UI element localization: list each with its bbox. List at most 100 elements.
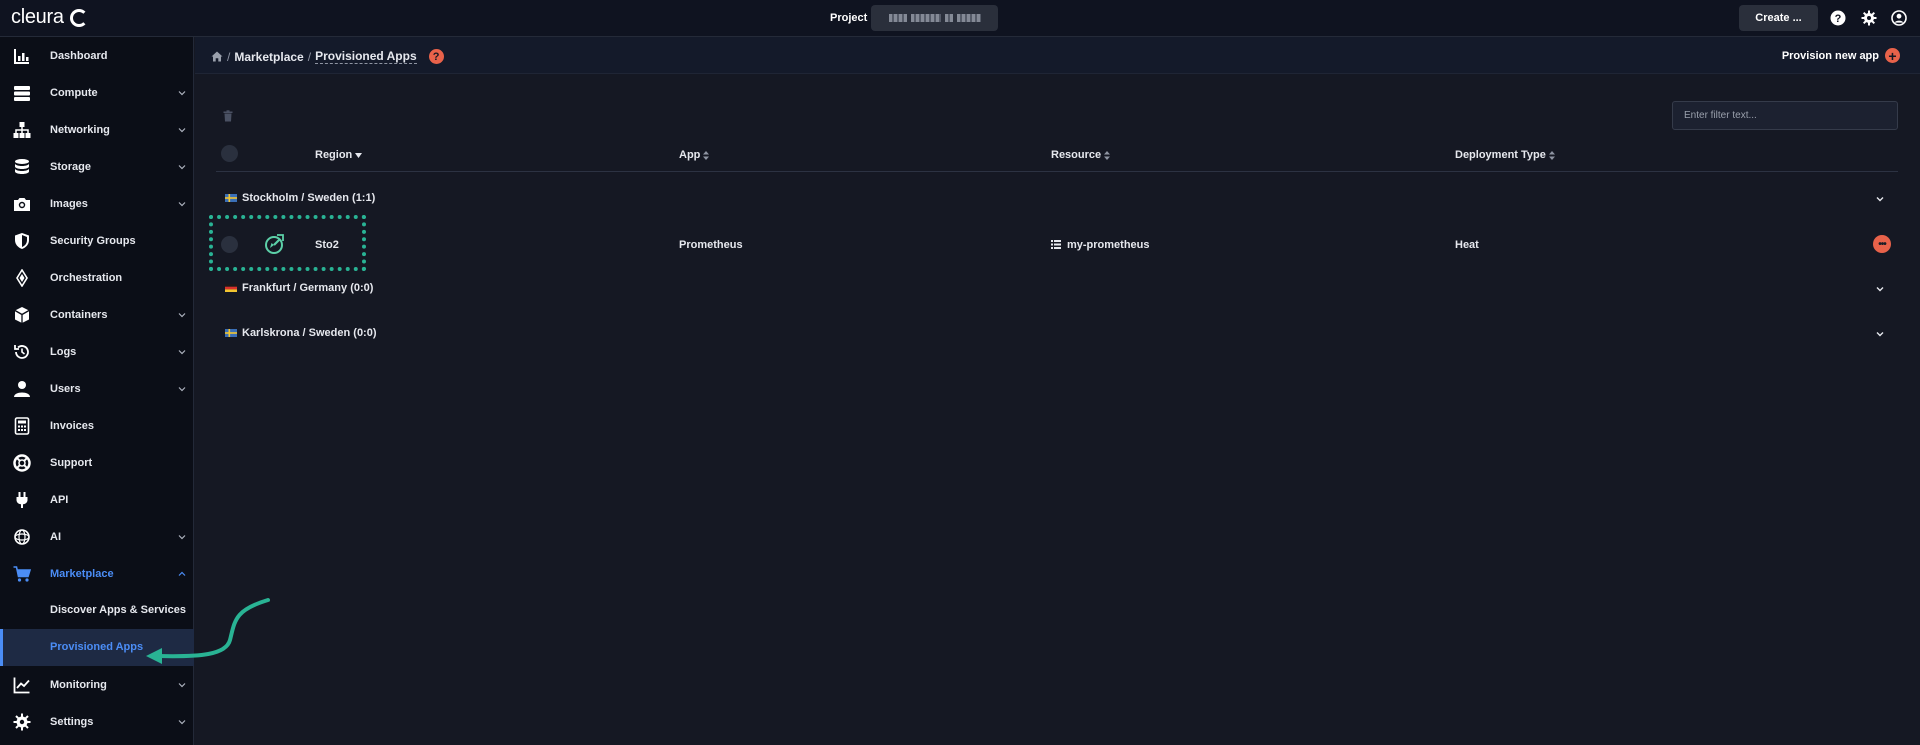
breadcrumb: / Marketplace / Provisioned Apps ? <box>211 49 444 64</box>
region-group-stockholm[interactable]: Stockholm / Sweden (1:1) <box>216 183 1898 213</box>
column-label: Region <box>315 149 353 161</box>
svg-text:?: ? <box>1835 13 1842 25</box>
logo-mark-icon <box>69 8 88 27</box>
cell-resource[interactable]: my-prometheus <box>1051 239 1150 251</box>
redacted-text <box>944 14 953 22</box>
sidebar-item-dashboard[interactable]: Dashboard <box>0 37 194 74</box>
project-label: Project <box>830 12 868 24</box>
sidebar-item-label: Orchestration <box>50 271 123 284</box>
sidebar-item-invoices[interactable]: Invoices <box>0 407 194 444</box>
help-icon[interactable]: ? <box>1830 10 1846 26</box>
sidebar-item-label: Logs <box>50 345 77 358</box>
user-icon[interactable] <box>1891 10 1907 26</box>
ai-icon <box>14 528 30 545</box>
chevron-down-icon <box>178 386 186 391</box>
project-selector[interactable] <box>871 5 998 31</box>
help-icon[interactable]: ? <box>428 49 444 64</box>
group-name: Stockholm / Sweden <box>242 192 349 204</box>
trash-icon[interactable] <box>222 110 234 122</box>
region-group-label: Stockholm / Sweden (1:1) <box>242 192 375 204</box>
select-all-checkbox[interactable] <box>221 145 238 162</box>
cell-deployment-type: Heat <box>1455 239 1479 251</box>
sidebar-item-api[interactable]: API <box>0 481 194 518</box>
sidebar-item-logs[interactable]: Logs <box>0 333 194 370</box>
sidebar-item-label: Networking <box>50 123 110 136</box>
chevron-down-icon <box>178 201 186 206</box>
camera-icon <box>14 197 30 211</box>
group-name: Karlskrona / Sweden <box>242 327 351 339</box>
chevron-down-icon <box>178 682 186 687</box>
page-header: / Marketplace / Provisioned Apps ? Provi… <box>195 37 1920 74</box>
sort-icon <box>703 150 710 160</box>
sidebar-item-users[interactable]: Users <box>0 370 194 407</box>
filter-input[interactable] <box>1672 101 1898 130</box>
chevron-down-icon[interactable] <box>1876 285 1884 293</box>
chevron-down-icon[interactable] <box>1876 330 1884 338</box>
group-count: (0:0) <box>350 282 374 294</box>
sidebar-item-label: Storage <box>50 160 91 173</box>
breadcrumb-marketplace[interactable]: Marketplace <box>234 50 303 64</box>
orchestration-icon <box>16 268 28 287</box>
page-title: Provisioned Apps <box>315 49 417 64</box>
chevron-down-icon <box>178 312 186 317</box>
group-count: (1:1) <box>352 192 376 204</box>
networking-icon <box>13 121 31 138</box>
user-icon <box>14 380 30 397</box>
column-header-app[interactable]: App <box>679 149 710 161</box>
group-count: (0:0) <box>353 327 377 339</box>
column-label: App <box>679 149 701 161</box>
home-icon[interactable] <box>211 51 223 62</box>
sidebar-item-networking[interactable]: Networking <box>0 111 194 148</box>
chart-icon <box>13 677 30 693</box>
sweden-flag-icon <box>225 329 237 337</box>
sidebar-item-storage[interactable]: Storage <box>0 148 194 185</box>
history-icon <box>14 344 29 359</box>
sidebar-item-containers[interactable]: Containers <box>0 296 194 333</box>
sidebar-item-marketplace[interactable]: Marketplace <box>0 555 194 592</box>
sidebar-item-support[interactable]: Support <box>0 444 194 481</box>
provision-label: Provision new app <box>1781 49 1879 62</box>
cube-icon <box>14 306 30 323</box>
list-icon <box>1051 240 1061 249</box>
region-group-frankfurt[interactable]: Frankfurt / Germany (0:0) <box>216 273 1898 303</box>
lifebuoy-icon <box>13 453 31 472</box>
sidebar-item-label: Security Groups <box>50 234 136 247</box>
sidebar-item-orchestration[interactable]: Orchestration <box>0 259 194 296</box>
breadcrumb-separator: / <box>227 49 231 64</box>
sidebar-item-monitoring[interactable]: Monitoring <box>0 666 194 703</box>
sidebar-item-label: Invoices <box>50 419 95 432</box>
column-header-resource[interactable]: Resource <box>1051 149 1111 161</box>
create-button[interactable]: Create ... <box>1739 5 1818 31</box>
region-group-label: Karlskrona / Sweden (0:0) <box>242 327 377 339</box>
sidebar-item-label: Users <box>50 382 81 395</box>
gear-icon[interactable] <box>1861 10 1877 26</box>
plug-icon <box>16 491 28 508</box>
sidebar-item-label: Support <box>50 456 93 469</box>
region-group-karlskrona[interactable]: Karlskrona / Sweden (0:0) <box>216 318 1898 348</box>
chevron-down-icon <box>178 164 186 169</box>
group-name: Frankfurt / Germany <box>242 282 348 294</box>
column-header-deployment-type[interactable]: Deployment Type <box>1455 149 1555 161</box>
chevron-down-icon <box>178 127 186 132</box>
chevron-down-icon <box>178 719 186 724</box>
sidebar-item-security-groups[interactable]: Security Groups <box>0 222 194 259</box>
highlight-annotation <box>209 215 366 271</box>
sidebar-item-images[interactable]: Images <box>0 185 194 222</box>
redacted-text <box>910 14 941 22</box>
more-options-button[interactable]: ••• <box>1873 235 1891 253</box>
cleura-logo[interactable]: cleura <box>11 6 88 29</box>
cell-app: Prometheus <box>679 239 743 251</box>
sidebar-item-settings[interactable]: Settings <box>0 703 194 740</box>
sidebar-item-label: Compute <box>50 86 98 99</box>
provision-new-app-button[interactable]: Provision new app + <box>1782 48 1900 63</box>
column-header-region[interactable]: Region <box>315 149 363 161</box>
sidebar-item-ai[interactable]: AI <box>0 518 194 555</box>
compute-icon <box>14 85 30 101</box>
sidebar-item-compute[interactable]: Compute <box>0 74 194 111</box>
sidebar-item-label: Marketplace <box>50 567 114 580</box>
table-row[interactable]: Sto2 Prometheus my-prometheus Heat ••• <box>216 227 1898 261</box>
shield-icon <box>15 232 29 249</box>
chevron-down-icon <box>178 90 186 95</box>
chevron-down-icon[interactable] <box>1876 195 1884 203</box>
breadcrumb-separator: / <box>307 49 312 64</box>
